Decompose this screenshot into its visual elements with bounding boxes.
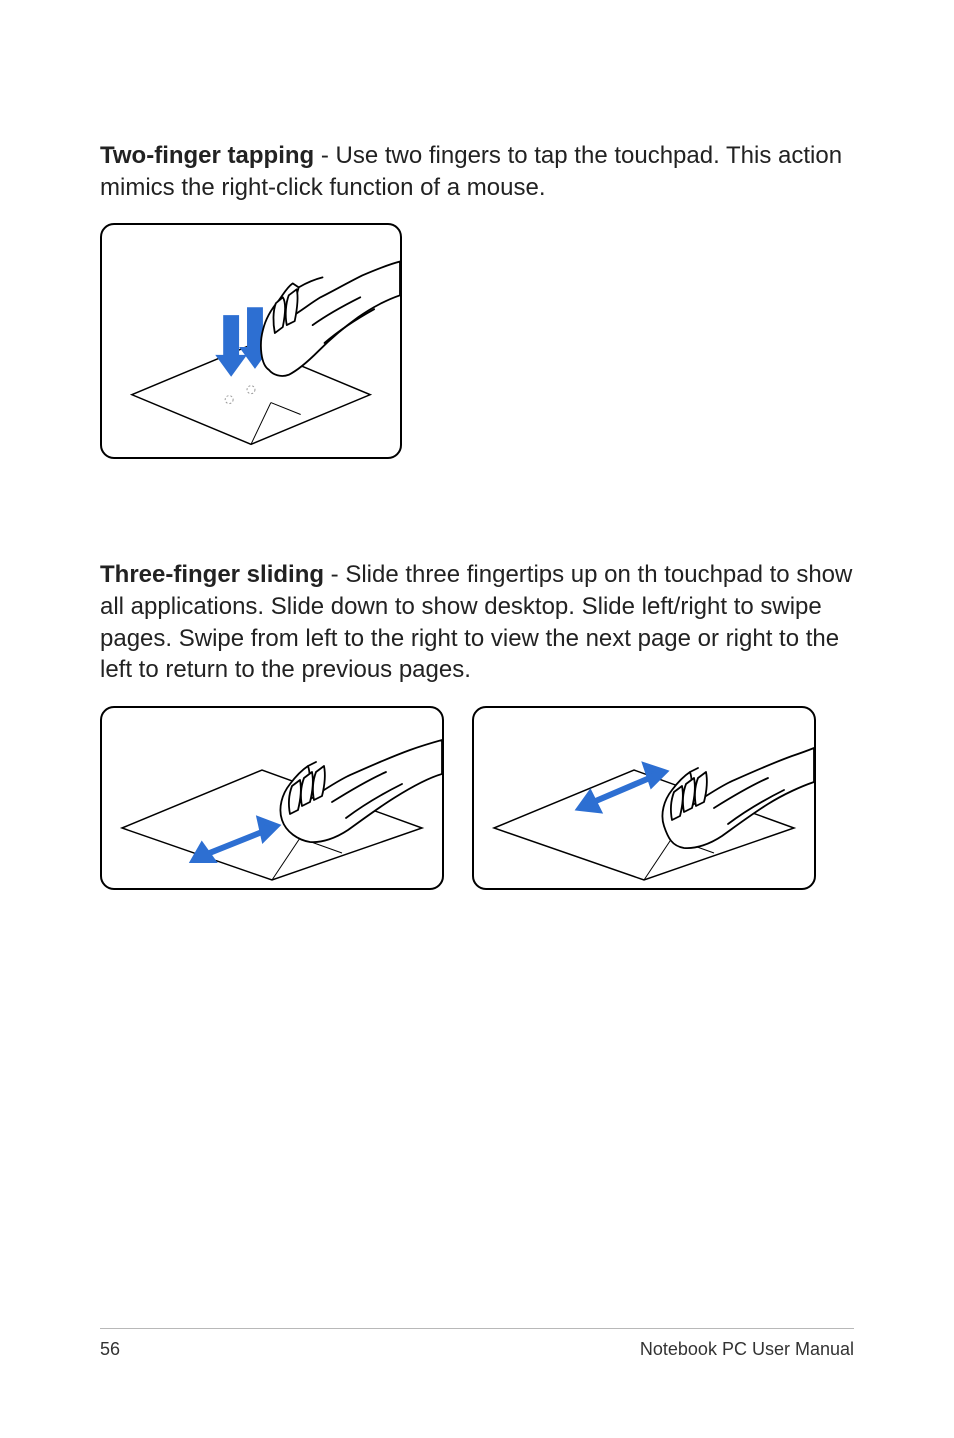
three-finger-slide-left-illustration bbox=[102, 708, 442, 888]
two-finger-tap-illustration bbox=[102, 225, 400, 457]
two-finger-title: Two-finger tapping bbox=[100, 142, 314, 169]
page: Two-finger tapping - Use two fingers to … bbox=[0, 0, 954, 1438]
doc-title: Notebook PC User Manual bbox=[640, 1339, 854, 1360]
page-footer: 56 Notebook PC User Manual bbox=[100, 1328, 854, 1360]
two-finger-paragraph: Two-finger tapping - Use two fingers to … bbox=[100, 140, 854, 203]
three-finger-paragraph: Three-finger sliding - Slide three finge… bbox=[100, 559, 854, 686]
three-finger-slide-left-figure bbox=[100, 706, 444, 890]
two-finger-tap-figure bbox=[100, 223, 402, 459]
footer-divider bbox=[100, 1328, 854, 1329]
three-finger-section: Three-finger sliding - Slide three finge… bbox=[100, 559, 854, 890]
three-finger-figures bbox=[100, 706, 854, 890]
three-finger-title: Three-finger sliding bbox=[100, 561, 324, 588]
page-number: 56 bbox=[100, 1339, 120, 1360]
three-finger-slide-right-figure bbox=[472, 706, 816, 890]
footer-row: 56 Notebook PC User Manual bbox=[100, 1339, 854, 1360]
three-finger-slide-right-illustration bbox=[474, 708, 814, 888]
